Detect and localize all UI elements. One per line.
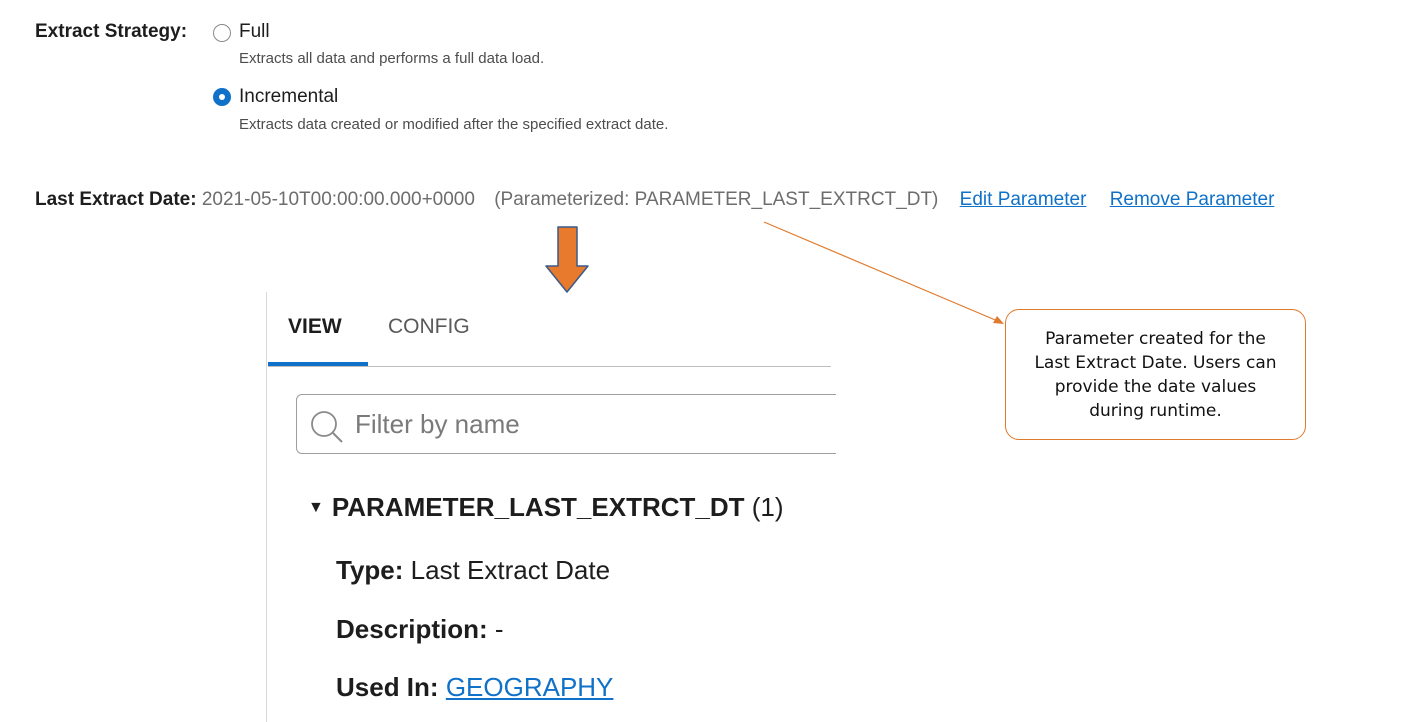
filter-input[interactable] xyxy=(355,407,825,441)
callout-box: Parameter created for the Last Extract D… xyxy=(1005,309,1306,440)
tab-view[interactable]: VIEW xyxy=(288,315,342,339)
parameter-count: (1) xyxy=(751,492,784,522)
parameter-description-row: Description: - xyxy=(336,614,504,645)
parameter-type-row: Type: Last Extract Date xyxy=(336,555,610,586)
search-icon xyxy=(309,409,345,450)
used-in-label: Used In: xyxy=(336,672,439,702)
parameter-header[interactable]: ▼ PARAMETER_LAST_EXTRCT_DT (1) xyxy=(308,492,784,523)
tab-config[interactable]: CONFIG xyxy=(388,315,470,339)
description-value: - xyxy=(494,614,504,644)
down-arrow-icon xyxy=(545,226,589,293)
filter-box xyxy=(296,394,836,454)
type-label: Type: xyxy=(336,555,404,585)
parameter-used-in-row: Used In: GEOGRAPHY xyxy=(336,672,613,703)
callout-pointer xyxy=(763,221,1004,324)
panel-left-border xyxy=(266,292,267,722)
description-label: Description: xyxy=(336,614,488,644)
parameter-name: PARAMETER_LAST_EXTRCT_DT xyxy=(331,492,745,522)
tab-divider xyxy=(268,366,831,367)
caret-down-icon[interactable]: ▼ xyxy=(308,499,324,517)
callout-text: Parameter created for the Last Extract D… xyxy=(1034,328,1277,421)
type-value: Last Extract Date xyxy=(410,555,611,585)
used-in-link[interactable]: GEOGRAPHY xyxy=(446,672,614,702)
